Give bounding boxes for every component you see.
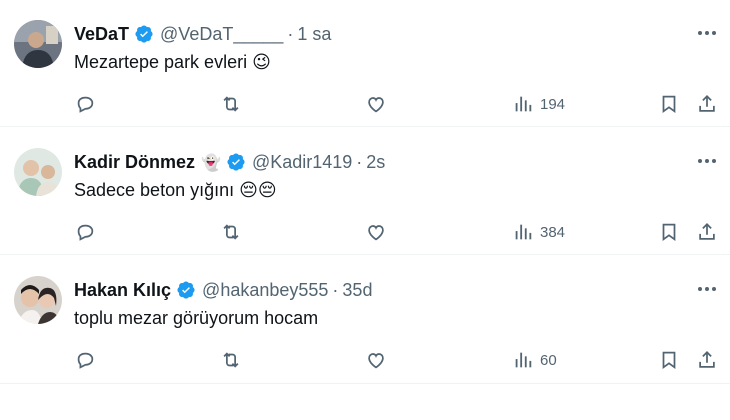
share-button[interactable] [696,220,718,244]
separator-dot: · [356,151,363,172]
like-icon [368,225,384,241]
tweet-time[interactable]: 35d [342,280,372,301]
tweet-text: Sadece beton yığını 😔😔 [74,180,277,201]
share-button[interactable] [696,348,718,372]
more-icon[interactable] [696,278,718,300]
tweet-time[interactable]: 2s [366,152,385,173]
bookmark-icon [662,95,676,114]
views-button[interactable]: 60 [512,348,557,372]
verified-badge-icon [134,24,154,44]
bookmark-button[interactable] [658,220,680,244]
reply-icon [77,224,94,241]
author-handle[interactable]: @VeDaT_____ [160,24,283,45]
views-button[interactable]: 194 [512,92,565,116]
bookmark-icon [662,223,676,242]
retweet-icon [223,352,239,368]
avatar[interactable] [14,148,62,196]
tweet-text: Mezartepe park evleri 😉 [74,52,271,73]
tweet-text-content: Mezartepe park evleri [74,52,248,72]
views-button[interactable]: 384 [512,220,565,244]
author-name[interactable]: Kadir Dönmez [74,152,195,173]
separator-dot: · [287,23,294,44]
more-icon[interactable] [696,22,718,44]
retweet-button[interactable] [220,348,242,372]
tweet-card[interactable]: Hakan Kılıç @hakanbey555 · 35d toplu mez… [0,256,730,384]
reply-icon [77,96,94,113]
author-name[interactable]: Hakan Kılıç [74,280,171,301]
more-icon[interactable] [696,150,718,172]
views-count: 384 [540,223,566,241]
avatar[interactable] [14,276,62,324]
action-bar: 384 [74,220,724,244]
tweet-emoji: 😉 [252,52,271,73]
retweet-button[interactable] [220,220,242,244]
share-icon [699,222,715,240]
author-handle[interactable]: @Kadir1419 [252,152,352,173]
action-bar: 194 [74,92,724,116]
reply-button[interactable] [74,348,96,372]
views-icon [515,352,532,368]
verified-badge-icon [226,152,246,172]
ghost-emoji: 👻 [201,152,221,172]
like-icon [368,97,384,113]
retweet-icon [223,224,239,240]
like-button[interactable] [365,92,387,116]
views-icon [515,224,532,240]
views-icon [515,96,532,112]
bookmark-button[interactable] [658,348,680,372]
reply-button[interactable] [74,220,96,244]
tweet-emoji: 😔😔 [239,180,277,201]
share-icon [699,94,715,112]
avatar[interactable] [14,20,62,68]
views-count: 60 [540,351,557,369]
author-name[interactable]: VeDaT [74,24,129,45]
action-bar: 60 [74,348,724,372]
tweet-text: toplu mezar görüyorum hocam [74,308,318,329]
like-icon [368,353,384,369]
tweet-card[interactable]: Kadir Dönmez 👻 @Kadir1419 · 2s Sadece be… [0,128,730,255]
tweet-text-content: Sadece beton yığını [74,180,235,200]
reply-icon [77,352,94,369]
views-count: 194 [540,95,566,113]
separator-dot: · [332,279,339,300]
like-button[interactable] [365,348,387,372]
retweet-icon [223,96,239,112]
author-handle[interactable]: @hakanbey555 [202,280,328,301]
reply-button[interactable] [74,92,96,116]
bookmark-button[interactable] [658,92,680,116]
bookmark-icon [662,351,676,370]
share-icon [699,350,715,368]
tweet-text-content: toplu mezar görüyorum hocam [74,308,319,328]
like-button[interactable] [365,220,387,244]
retweet-button[interactable] [220,92,242,116]
tweet-time[interactable]: 1 sa [297,24,331,45]
verified-badge-icon [176,280,196,300]
tweet-card[interactable]: VeDaT @VeDaT_____ · 1 sa Mezartepe park … [0,0,730,127]
share-button[interactable] [696,92,718,116]
